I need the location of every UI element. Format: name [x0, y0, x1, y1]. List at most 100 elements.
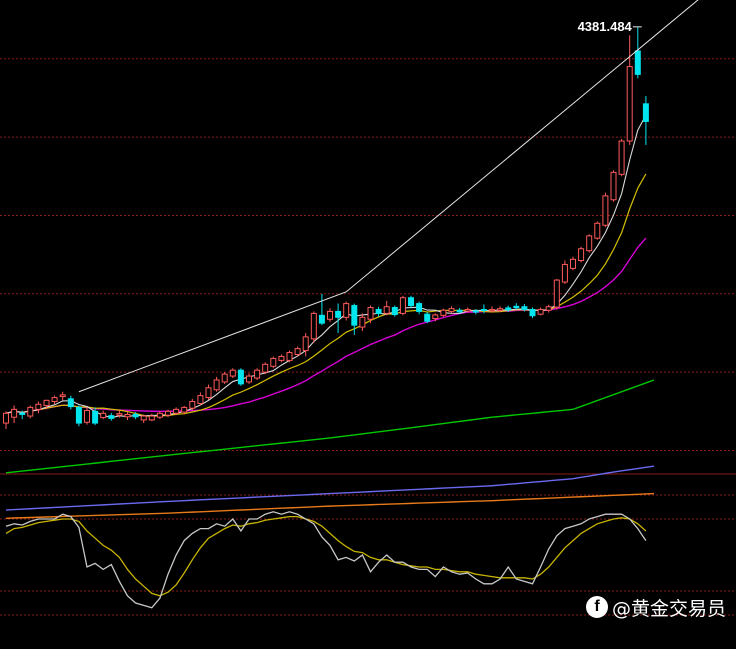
candle-body: [464, 308, 471, 312]
candle-body: [513, 305, 520, 309]
candle-body: [27, 406, 34, 417]
candle: [610, 170, 617, 202]
candle-body: [254, 369, 261, 379]
candle: [197, 392, 204, 406]
candle: [270, 356, 277, 369]
candle-body: [408, 297, 414, 307]
candle: [156, 411, 163, 420]
candle-body: [618, 140, 625, 175]
candle: [310, 311, 317, 343]
candle: [448, 306, 455, 314]
ma250-line: [5, 492, 655, 519]
candle-body: [100, 412, 107, 419]
oscillator-lines: [5, 511, 647, 609]
candle-body: [318, 314, 325, 324]
candle: [213, 376, 220, 392]
candle-body: [424, 313, 431, 322]
candle: [51, 395, 58, 405]
candle-body: [343, 303, 350, 318]
candle-body: [165, 410, 171, 416]
candle: [229, 368, 236, 379]
ma20-line: [5, 237, 647, 414]
candle-body: [456, 309, 463, 313]
candle-body: [124, 413, 131, 418]
candle-body: [375, 308, 382, 314]
candle-body: [399, 297, 406, 314]
candle-body: [602, 195, 609, 226]
candle: [626, 35, 633, 145]
candle-body: [246, 375, 252, 383]
candle-body: [108, 415, 115, 419]
candle: [3, 411, 9, 429]
candle: [634, 26, 641, 79]
candle-body: [391, 307, 398, 316]
candle: [424, 312, 431, 324]
candle: [148, 413, 155, 422]
candle: [367, 305, 374, 324]
candle-body: [19, 412, 26, 415]
candle: [254, 368, 261, 380]
peak-annotation: 4381.484: [578, 19, 642, 34]
candle-body: [302, 336, 309, 352]
candle-body: [480, 308, 487, 311]
candle: [11, 405, 18, 424]
candle-body: [367, 307, 374, 320]
candle-body: [553, 279, 560, 308]
candle-body: [383, 306, 390, 314]
candle-body: [270, 357, 277, 367]
candle-body: [594, 222, 601, 239]
candle-body: [335, 310, 342, 318]
candle-body: [351, 305, 358, 326]
candle: [108, 412, 115, 421]
candle: [553, 278, 560, 310]
candle-body: [286, 352, 293, 361]
candle-body: [132, 413, 139, 418]
candle: [35, 401, 42, 414]
candle-body: [197, 395, 204, 404]
candle: [27, 405, 34, 419]
candle: [318, 293, 325, 326]
candle: [375, 306, 382, 317]
candle: [343, 301, 350, 321]
candle-body: [497, 308, 504, 311]
candle-body: [416, 303, 423, 312]
candle-body: [610, 171, 617, 201]
candle: [602, 192, 609, 228]
candle: [537, 307, 544, 316]
candle-body: [67, 398, 74, 408]
candle-body: [586, 235, 593, 252]
candle-body: [642, 103, 649, 122]
oscillator-slow-line: [5, 515, 647, 597]
candle-body: [327, 310, 333, 320]
candle-body: [237, 369, 244, 385]
candle-body: [140, 415, 147, 421]
watermark-text: @黄金交易员: [611, 597, 726, 620]
candle-body: [51, 397, 58, 403]
candle-body: [561, 263, 568, 283]
candle-body: [432, 314, 439, 319]
facebook-icon: f: [585, 596, 608, 618]
candle-body: [11, 408, 18, 418]
candle-body: [529, 308, 536, 317]
candle: [578, 246, 585, 263]
candlestick-chart: 4381.484: [0, 0, 736, 616]
candle: [100, 410, 107, 420]
candle-body: [189, 401, 196, 409]
candle: [140, 414, 147, 424]
candle: [67, 395, 74, 410]
candle: [391, 305, 398, 317]
candle: [327, 308, 333, 323]
candle-body: [440, 309, 447, 316]
candle-body: [229, 369, 236, 377]
candle-body: [84, 410, 90, 423]
candle-body: [43, 399, 50, 406]
candle-body: [521, 306, 528, 310]
candle-body: [35, 403, 42, 410]
candle-body: [278, 355, 285, 361]
candle-body: [262, 363, 269, 373]
candle: [124, 412, 131, 420]
candle: [408, 295, 414, 308]
candle: [286, 350, 293, 363]
candle-body: [173, 408, 180, 414]
candle-body: [156, 412, 163, 418]
